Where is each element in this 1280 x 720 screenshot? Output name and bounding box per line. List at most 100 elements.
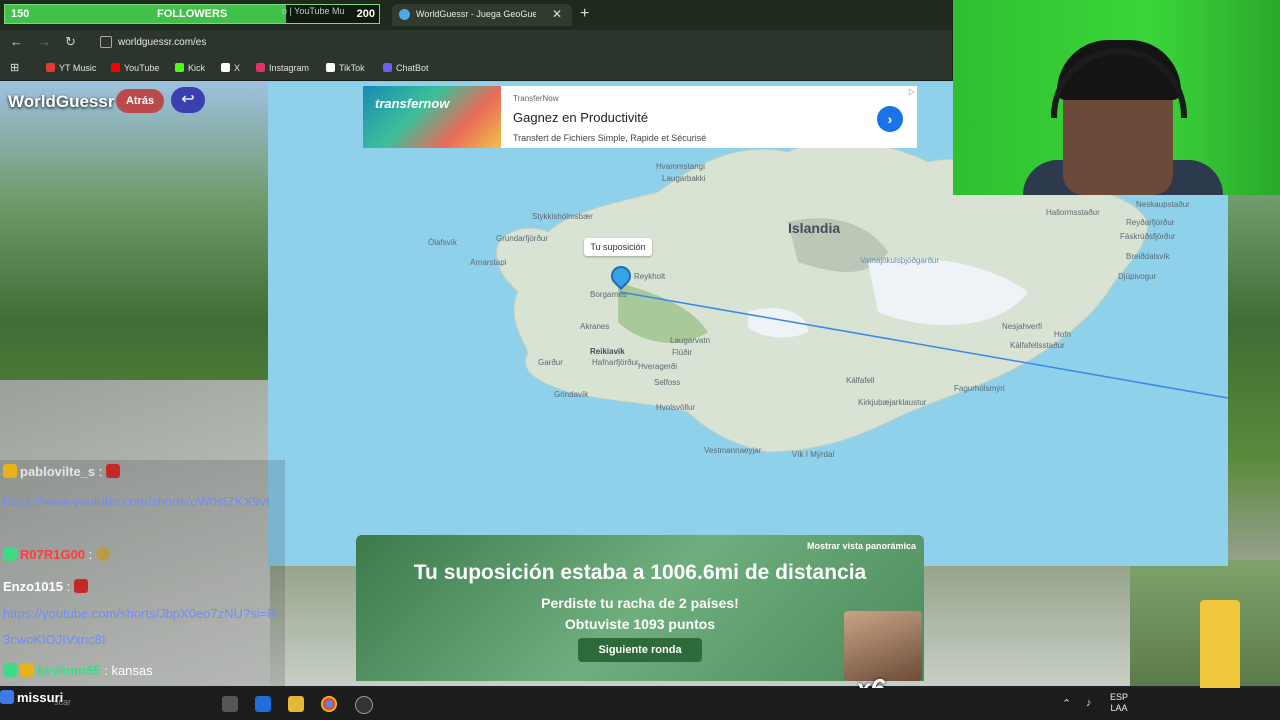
next-round-button[interactable]: Siguiente ronda: [578, 638, 702, 662]
bookmark-yt-music[interactable]: YT Music: [46, 63, 96, 73]
chat-message: R07R1G00 :: [3, 547, 113, 562]
chat-username: pablovilte_s: [20, 464, 96, 479]
place-label: Kálfafell: [846, 376, 875, 385]
chat-link[interactable]: https://youtube.com/shorts/JbpX0eo7zNU?s…: [3, 601, 283, 653]
place-label: Hveragerði: [638, 362, 678, 371]
ad-brand: TransferNow: [513, 94, 559, 103]
video-badge-icon: [73, 579, 88, 593]
tab-worldguessr[interactable]: WorldGuessr - Juega GeoGuessr ✕: [392, 4, 572, 26]
place-label: Flúðir: [672, 348, 693, 357]
place-label: Arnarstapi: [470, 258, 507, 267]
ad-subline: Transfert de Fichiers Simple, Rapide et …: [513, 133, 707, 143]
url-text: worldguessr.com/es: [118, 37, 207, 48]
chrome-icon[interactable]: [321, 696, 337, 712]
site-info-icon[interactable]: [100, 36, 112, 48]
country-label: Islandia: [788, 220, 841, 236]
place-label: Garður: [538, 358, 563, 367]
streak-text: Perdiste tu racha de 2 países!: [541, 595, 739, 611]
chat-username: R07R1G00: [20, 547, 86, 562]
instagram-icon: [256, 63, 265, 72]
place-label: Ólafsvík: [428, 238, 457, 247]
worldguessr-logo: WorldGuessr: [8, 92, 115, 111]
yt-music-icon: [46, 63, 55, 72]
place-label: Reikiavik: [590, 347, 625, 356]
reload-icon[interactable]: ↻: [65, 34, 76, 50]
tiktok-icon: [326, 63, 335, 72]
close-tab-icon[interactable]: ✕: [552, 7, 562, 21]
ad-banner[interactable]: transfernow TransferNow Gagnez en Produc…: [363, 86, 917, 148]
task-view-icon[interactable]: [222, 696, 238, 712]
points-text: Obtuviste 1093 puntos: [564, 616, 716, 632]
address-bar[interactable]: worldguessr.com/es: [100, 34, 940, 52]
back-arrow-icon[interactable]: ←: [10, 34, 23, 49]
webcam-feed: [953, 0, 1280, 195]
chat-text: missuri: [17, 690, 64, 705]
file-explorer-icon[interactable]: [288, 696, 304, 712]
place-label: Neskaupstaður: [1136, 200, 1190, 209]
ad-open-button[interactable]: ›: [877, 106, 903, 132]
new-tab-icon[interactable]: +: [580, 5, 589, 23]
place-label: Akranes: [580, 322, 610, 331]
tray-expand-icon[interactable]: ⌃: [1062, 697, 1071, 710]
chat-link[interactable]: https://www.youtube.com/shorts/oW0sIZKX9…: [3, 490, 283, 514]
bookmark-label: X: [234, 63, 241, 73]
language-code: ESP: [1110, 692, 1129, 702]
sub-badge-icon: [3, 663, 17, 677]
place-label: Laugarbakki: [662, 174, 706, 183]
bookmark-kick[interactable]: Kick: [175, 63, 205, 73]
place-label: Grindavík: [554, 390, 589, 399]
emote-icon: [95, 547, 110, 561]
place-label: Fáskrúðsfjörður: [1120, 232, 1176, 241]
kick-icon: [175, 63, 184, 72]
followers-current: 150: [11, 8, 30, 20]
bookmark-label: YouTube: [124, 63, 160, 73]
back-button[interactable]: Atrás: [116, 89, 164, 113]
ad-choices-icon[interactable]: ▷: [909, 87, 915, 96]
place-label: Hvolsvöllur: [656, 403, 696, 412]
forward-arrow-icon[interactable]: →: [38, 34, 51, 49]
bookmark-label: Instagram: [269, 63, 310, 73]
sub-badge-icon: [3, 547, 17, 561]
bookmark-label: TikTok: [339, 63, 365, 73]
tab-youtube-music[interactable]: o | YouTube Mu: [282, 6, 382, 22]
place-label: Laugarvatn: [670, 336, 711, 345]
app-icon[interactable]: [355, 696, 373, 714]
place-label: Hvammstangi: [656, 162, 705, 171]
crown-badge-icon: [20, 663, 34, 677]
overlay-decoration: [1200, 600, 1240, 696]
chatbot-icon: [383, 63, 392, 72]
followers-progress-fill: [5, 5, 286, 23]
place-label: Selfoss: [654, 378, 681, 387]
apps-grid-icon[interactable]: ⊞: [10, 61, 19, 74]
bookmark-instagram[interactable]: Instagram: [256, 63, 309, 73]
chat-username: kevinnn55: [37, 663, 101, 678]
bookmark-tiktok[interactable]: TikTok: [326, 63, 365, 73]
language-indicator[interactable]: ESP LAA: [1110, 692, 1128, 714]
bookmark-label: ChatBot: [396, 63, 429, 73]
sub-badge-icon: [0, 690, 14, 704]
globe-icon: [399, 9, 410, 20]
chat-text: kansas: [111, 663, 153, 678]
guess-tooltip: Tu suposición: [584, 238, 652, 256]
return-to-start-button[interactable]: ↩: [171, 87, 205, 113]
chat-message: pablovilte_s :: [3, 464, 123, 479]
bookmark-x[interactable]: X: [221, 63, 240, 73]
place-label: Breiðdalsvík: [1126, 252, 1170, 261]
place-label: Vestmannaeyjar: [704, 446, 762, 455]
place-label: Hallormsstaður: [1046, 208, 1100, 217]
outlook-icon[interactable]: [255, 696, 271, 712]
bookmark-youtube[interactable]: YouTube: [111, 63, 159, 73]
youtube-icon: [111, 63, 120, 72]
place-label: Djúpivogur: [1118, 272, 1157, 281]
distance-text: Tu suposición estaba a 1006.6mi de dista…: [413, 561, 867, 584]
place-label: Borgarnes: [590, 290, 627, 299]
place-label: Kálfafellsstaður: [1010, 341, 1065, 350]
bookmark-chatbot[interactable]: ChatBot: [383, 63, 429, 73]
place-label: Nesjahverfi: [1002, 322, 1043, 331]
microphone-icon[interactable]: ♪: [1086, 697, 1092, 709]
bookmarks-bar: ⊞ YT Music YouTube Kick X Instagram TikT…: [0, 56, 952, 81]
layout-code: LAA: [1110, 703, 1128, 713]
show-panorama-link[interactable]: Mostrar vista panorámica: [807, 541, 916, 551]
crown-badge-icon: [3, 464, 17, 478]
bookmark-label: YT Music: [59, 63, 97, 73]
